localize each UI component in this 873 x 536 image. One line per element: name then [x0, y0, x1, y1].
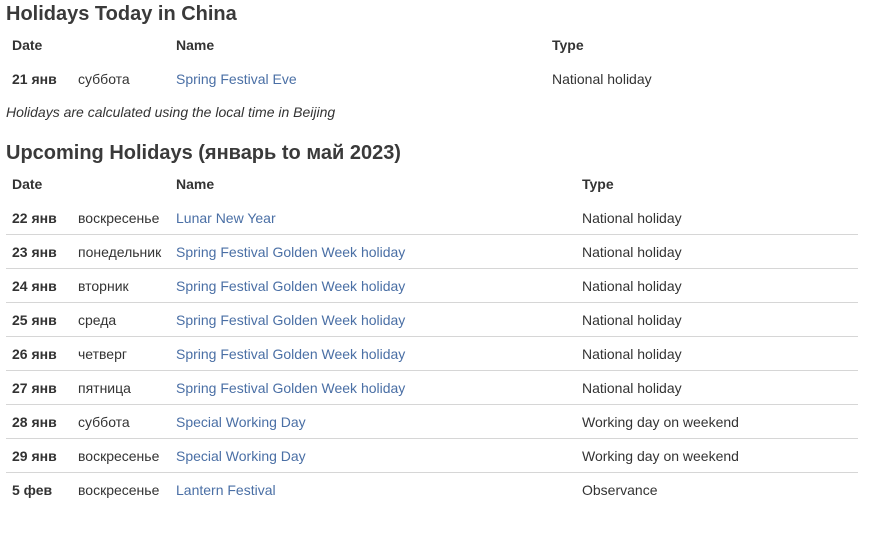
- date-column-header: Date: [12, 37, 43, 53]
- table-row: 27 янв пятница Spring Festival Golden Week…: [6, 370, 858, 405]
- holiday-name-link[interactable]: Special Working Day: [176, 448, 306, 464]
- table-row: 24 янв вторник Spring Festival Golden Week…: [6, 268, 858, 303]
- holiday-type: Working day on weekend: [576, 438, 858, 473]
- holiday-date: 22 янв: [12, 209, 57, 226]
- holidays-page: Holidays Today in China Date Name Type 2…: [6, 0, 858, 506]
- date-column-header: Date: [12, 176, 43, 192]
- holiday-date: 28 янв: [6, 404, 72, 439]
- holiday-weekday: суббота: [78, 70, 130, 87]
- table-row: 25 янв среда Spring Festival Golden Week h…: [6, 302, 858, 337]
- holiday-weekday: воскресенье: [72, 438, 170, 473]
- holiday-type: National holiday: [582, 209, 682, 226]
- holiday-name-cell: Special Working Day: [170, 404, 576, 439]
- timezone-note: Holidays are calculated using the local …: [6, 104, 336, 120]
- holiday-weekday: вторник: [72, 268, 170, 303]
- holiday-type: Working day on weekend: [576, 404, 858, 439]
- holiday-weekday: четверг: [72, 336, 170, 371]
- holiday-weekday: пятница: [72, 370, 170, 405]
- today-section-title: Holidays Today in China: [6, 3, 237, 25]
- holiday-name-cell: Spring Festival Golden Week holiday: [170, 234, 576, 269]
- table-row: 29 янв воскресенье Special Working Day Work…: [6, 438, 858, 473]
- upcoming-table-header: Date Name Type: [6, 167, 858, 201]
- holiday-type: National holiday: [552, 70, 652, 87]
- table-row: 21 янв суббота Spring Festival Eve National…: [6, 62, 858, 95]
- holiday-date: 23 янв: [6, 234, 72, 269]
- holiday-weekday: суббота: [72, 404, 170, 439]
- upcoming-section-title: Upcoming Holidays (январь to май 2023): [6, 142, 401, 164]
- holiday-name-link[interactable]: Lunar New Year: [176, 210, 276, 226]
- holiday-name-cell: Spring Festival Eve: [170, 62, 546, 95]
- holiday-weekday: понедельник: [72, 234, 170, 269]
- name-column-header: Name: [176, 176, 215, 192]
- holiday-name-link[interactable]: Spring Festival Golden Week holiday: [176, 380, 405, 396]
- table-row: 22 янв воскресенье Lunar New Year National …: [6, 201, 858, 235]
- holiday-date: 5 фев: [6, 472, 72, 506]
- holiday-type: National holiday: [576, 268, 858, 303]
- holiday-type: National holiday: [576, 370, 858, 405]
- holiday-name-link[interactable]: Special Working Day: [176, 414, 306, 430]
- holiday-weekday: среда: [72, 302, 170, 337]
- holiday-type: National holiday: [576, 336, 858, 371]
- holiday-type: National holiday: [576, 234, 858, 269]
- holiday-date: 27 янв: [6, 370, 72, 405]
- holiday-date: 29 янв: [6, 438, 72, 473]
- holiday-name-cell: Lunar New Year: [170, 201, 576, 235]
- holiday-weekday: воскресенье: [78, 209, 160, 226]
- holiday-name-cell: Lantern Festival: [170, 472, 576, 506]
- holiday-name-cell: Spring Festival Golden Week holiday: [170, 268, 576, 303]
- type-column-header: Type: [582, 176, 614, 192]
- holiday-name-cell: Spring Festival Golden Week holiday: [170, 370, 576, 405]
- holiday-name-link[interactable]: Lantern Festival: [176, 482, 276, 498]
- today-table-header: Date Name Type: [6, 28, 858, 62]
- holiday-name-cell: Special Working Day: [170, 438, 576, 473]
- holiday-name-link[interactable]: Spring Festival Golden Week holiday: [176, 244, 405, 260]
- holiday-name-link[interactable]: Spring Festival Eve: [176, 71, 297, 87]
- upcoming-holidays-table: Date Name Type 22 янв воскресенье Lunar Ne…: [6, 167, 858, 506]
- holiday-name-link[interactable]: Spring Festival Golden Week holiday: [176, 312, 405, 328]
- holiday-type: Observance: [576, 472, 858, 506]
- table-row: 5 фев воскресенье Lantern Festival Observan…: [6, 472, 858, 506]
- holiday-name-cell: Spring Festival Golden Week holiday: [170, 336, 576, 371]
- holiday-type: National holiday: [576, 302, 858, 337]
- holiday-name-link[interactable]: Spring Festival Golden Week holiday: [176, 278, 405, 294]
- holiday-date: 24 янв: [6, 268, 72, 303]
- table-row: 26 янв четверг Spring Festival Golden Week…: [6, 336, 858, 371]
- type-column-header: Type: [552, 37, 584, 53]
- holiday-date: 26 янв: [6, 336, 72, 371]
- table-row: 28 янв суббота Special Working Day Working …: [6, 404, 858, 439]
- holiday-date: 21 янв: [12, 70, 57, 87]
- name-column-header: Name: [176, 37, 215, 53]
- holiday-name-cell: Spring Festival Golden Week holiday: [170, 302, 576, 337]
- table-row: 23 янв понедельник Spring Festival Golden …: [6, 234, 858, 269]
- today-holidays-table: Date Name Type 21 янв суббота Spring Festi…: [6, 28, 858, 95]
- holiday-name-link[interactable]: Spring Festival Golden Week holiday: [176, 346, 405, 362]
- holiday-date: 25 янв: [6, 302, 72, 337]
- holiday-weekday: воскресенье: [72, 472, 170, 506]
